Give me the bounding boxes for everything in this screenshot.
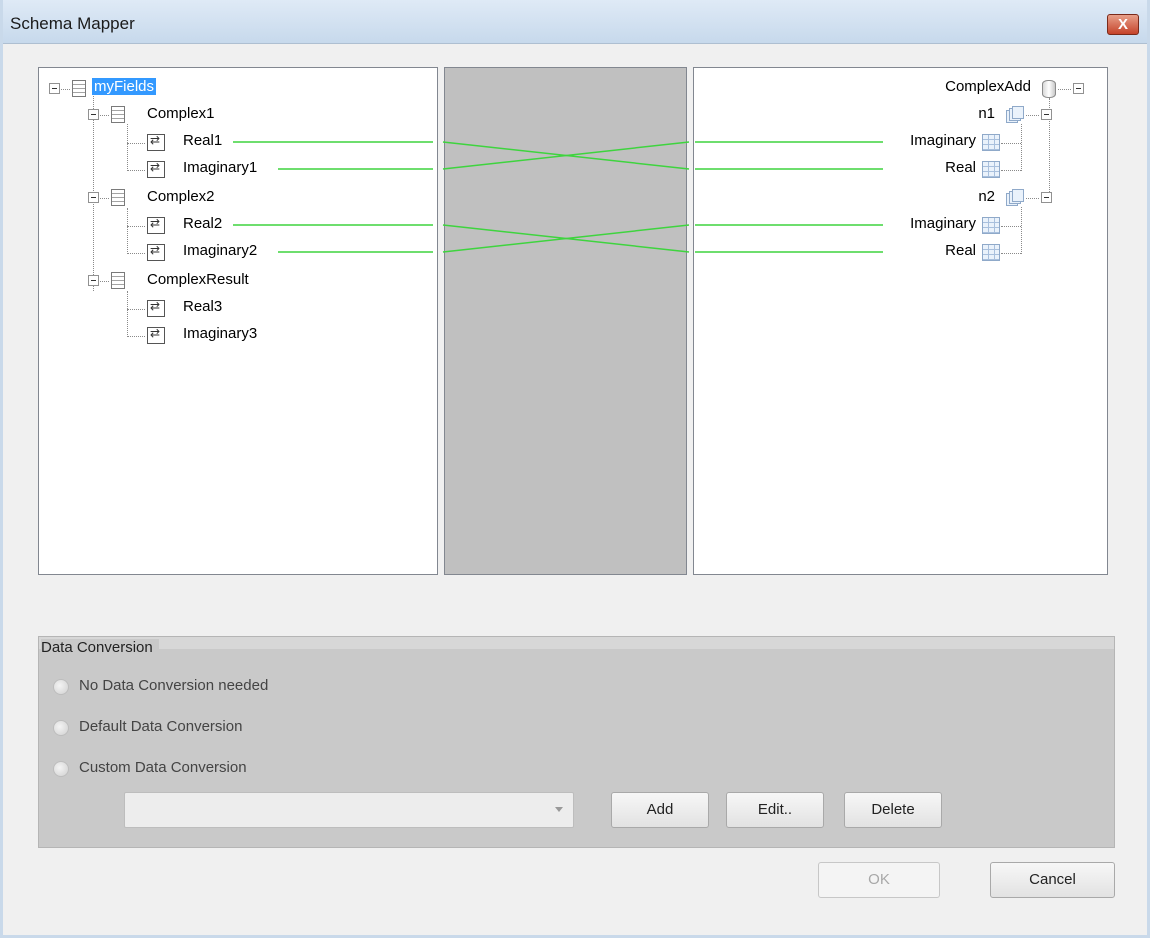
radio-button[interactable] [53, 679, 69, 695]
tree-node-real3[interactable]: Real3 [183, 298, 222, 315]
document-icon [72, 80, 86, 97]
table-icon [982, 244, 1000, 261]
tree-connector [127, 170, 145, 171]
tree-connector [100, 115, 109, 116]
tree-connector [1021, 207, 1022, 254]
group-icon [1006, 106, 1024, 123]
field-icon [147, 216, 165, 234]
radio-label: No Data Conversion needed [79, 677, 269, 694]
document-icon [111, 106, 125, 123]
tree-connector [127, 291, 128, 337]
tree-node-n1-imaginary[interactable]: Imaginary [910, 132, 976, 149]
tree-connector [1026, 198, 1039, 199]
tree-node-n2-real[interactable]: Real [945, 242, 976, 259]
tree-connector [127, 143, 145, 144]
add-button[interactable]: Add [611, 792, 709, 828]
cancel-button[interactable]: Cancel [990, 862, 1115, 898]
tree-connector [61, 89, 70, 90]
tree-node-complexadd[interactable]: ComplexAdd [945, 78, 1031, 95]
data-conversion-title: Data Conversion [41, 639, 159, 656]
tree-connector [100, 198, 109, 199]
collapse-toggle[interactable] [88, 275, 99, 286]
title-bar: Schema Mapper X [3, 0, 1147, 44]
tree-connector [100, 281, 109, 282]
tree-node-imaginary1[interactable]: Imaginary1 [183, 159, 257, 176]
field-icon [147, 326, 165, 344]
tree-connector [1026, 115, 1039, 116]
collapse-toggle[interactable] [88, 109, 99, 120]
tree-node-real2[interactable]: Real2 [183, 215, 222, 232]
tree-connector [1001, 143, 1021, 144]
groupbox-header [39, 637, 1114, 649]
database-icon [1042, 80, 1056, 98]
collapse-toggle[interactable] [88, 192, 99, 203]
field-icon [147, 243, 165, 261]
tree-connector [1021, 124, 1022, 171]
field-icon [147, 133, 165, 151]
radio-label: Custom Data Conversion [79, 759, 247, 776]
tree-node-n2-imaginary[interactable]: Imaginary [910, 215, 976, 232]
tree-connector [127, 336, 145, 337]
tree-connector [127, 309, 145, 310]
collapse-toggle[interactable] [1041, 192, 1052, 203]
tree-node-myfields[interactable]: myFields [92, 78, 157, 95]
tree-connector [1001, 170, 1021, 171]
radio-button[interactable] [53, 761, 69, 777]
tree-connector [127, 124, 128, 171]
close-icon: X [1117, 16, 1128, 33]
conversion-combo[interactable] [124, 792, 574, 828]
tree-node-imaginary2[interactable]: Imaginary2 [183, 242, 257, 259]
tree-connector [1058, 89, 1071, 90]
table-icon [982, 134, 1000, 151]
document-icon [111, 189, 125, 206]
window-title: Schema Mapper [10, 14, 135, 33]
table-icon [982, 217, 1000, 234]
collapse-toggle[interactable] [1073, 83, 1084, 94]
field-icon [147, 160, 165, 178]
source-schema-tree[interactable]: myFields Complex1 Real1 Imaginary1 Compl… [38, 67, 438, 575]
delete-button[interactable]: Delete [844, 792, 942, 828]
tree-node-real1[interactable]: Real1 [183, 132, 222, 149]
radio-button[interactable] [53, 720, 69, 736]
collapse-toggle[interactable] [1041, 109, 1052, 120]
schema-mapper-window: Schema Mapper X myFields Complex1 Real1 … [0, 0, 1150, 938]
ok-button[interactable]: OK [818, 862, 940, 898]
document-icon [111, 272, 125, 289]
group-icon [1006, 189, 1024, 206]
tree-node-complex1[interactable]: Complex1 [147, 105, 215, 122]
radio-label: Default Data Conversion [79, 718, 243, 735]
tree-node-complex2[interactable]: Complex2 [147, 188, 215, 205]
edit-button[interactable]: Edit.. [726, 792, 824, 828]
data-conversion-group: Data Conversion No Data Conversion neede… [38, 636, 1115, 848]
tree-node-n1-real[interactable]: Real [945, 159, 976, 176]
tree-node-n2[interactable]: n2 [978, 188, 995, 205]
target-schema-tree[interactable]: ComplexAdd n1 Imaginary Real n2 Imaginar… [693, 67, 1108, 575]
tree-node-imaginary3[interactable]: Imaginary3 [183, 325, 257, 342]
mapping-area[interactable] [444, 67, 687, 575]
field-icon [147, 299, 165, 317]
close-button[interactable]: X [1107, 14, 1139, 35]
tree-connector [127, 253, 145, 254]
collapse-toggle[interactable] [49, 83, 60, 94]
table-icon [982, 161, 1000, 178]
tree-connector [127, 226, 145, 227]
tree-connector [127, 208, 128, 254]
tree-connector [1001, 253, 1021, 254]
tree-connector [1001, 226, 1021, 227]
tree-node-complexresult[interactable]: ComplexResult [147, 271, 249, 288]
chevron-down-icon[interactable] [555, 807, 563, 812]
tree-node-n1[interactable]: n1 [978, 105, 995, 122]
